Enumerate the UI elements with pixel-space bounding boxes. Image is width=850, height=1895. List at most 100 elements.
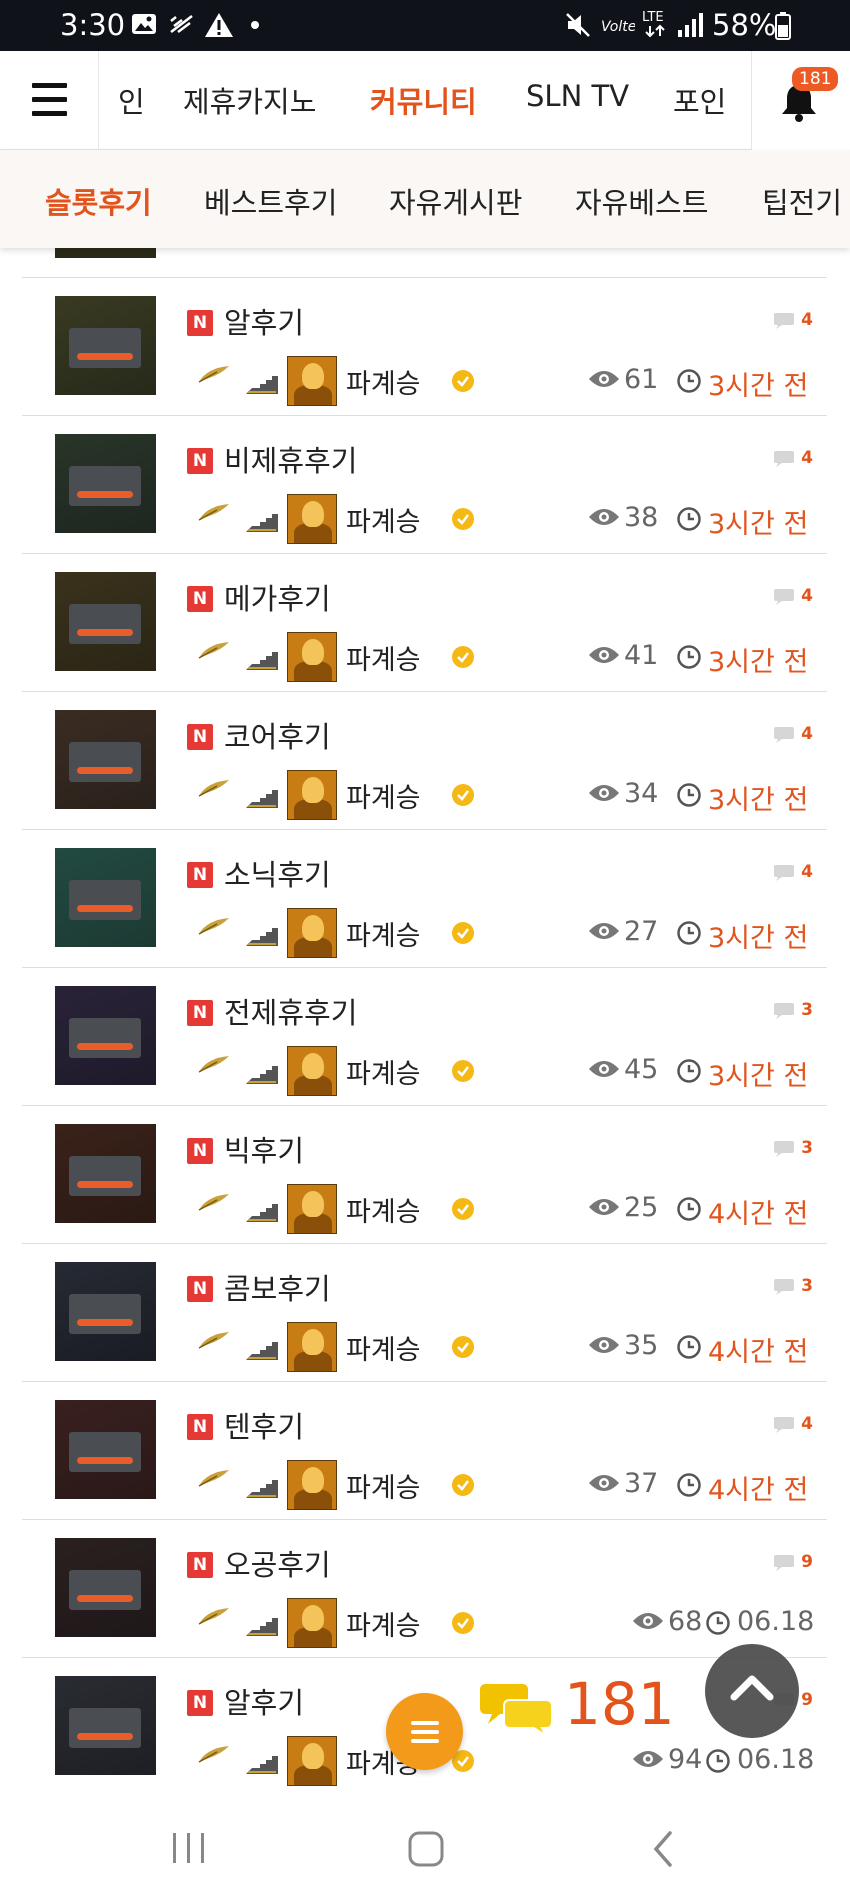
post-title[interactable]: 알후기 (224, 1680, 304, 1722)
list-item[interactable]: N 알후기 4 파계승 61 3시간 전 (22, 277, 827, 415)
notification-button[interactable]: 181 (751, 51, 850, 150)
tab-tip[interactable]: 팁전기 (762, 180, 842, 222)
author-name[interactable]: 파계승 (346, 1604, 421, 1643)
comment-count: 4 (771, 724, 813, 750)
post-thumbnail[interactable] (55, 1262, 156, 1361)
author-name[interactable]: 파계승 (346, 362, 421, 401)
new-badge: N (187, 1690, 213, 1716)
avatar[interactable] (287, 1736, 337, 1786)
author-name[interactable]: 파계승 (346, 1328, 421, 1367)
comment-icon (774, 865, 794, 881)
avatar[interactable] (287, 1598, 337, 1648)
nav-item-point[interactable]: 포인 (673, 79, 726, 121)
post-title[interactable]: 텐후기 (224, 1404, 304, 1446)
list-item[interactable]: N 오공후기 9 파계승 68 06.18 (22, 1519, 827, 1657)
level-stairs-icon (246, 1066, 278, 1084)
nav-item-partner-casino[interactable]: 제휴카지노 (183, 79, 316, 121)
eye-icon (589, 1337, 619, 1353)
clock-icon (677, 1473, 701, 1497)
floating-menu-button[interactable] (386, 1693, 463, 1770)
recent-apps-icon[interactable] (170, 1830, 208, 1866)
post-thumbnail[interactable] (55, 1676, 156, 1775)
verified-icon (452, 784, 474, 806)
tab-free-board[interactable]: 자유게시판 (389, 180, 522, 222)
post-thumbnail[interactable] (55, 1400, 156, 1499)
avatar[interactable] (287, 494, 337, 544)
author-name[interactable]: 파계승 (346, 776, 421, 815)
post-title[interactable]: 코어후기 (224, 714, 331, 756)
post-thumbnail[interactable] (55, 1124, 156, 1223)
post-title[interactable]: 메가후기 (224, 576, 331, 618)
menu-button[interactable] (0, 51, 99, 150)
image-icon (132, 14, 156, 34)
avatar[interactable] (287, 1322, 337, 1372)
list-item[interactable]: N 비제휴후기 4 파계승 38 3시간 전 (22, 415, 827, 553)
author-name[interactable]: 파계승 (346, 1052, 421, 1091)
tab-slot-review[interactable]: 슬롯후기 (45, 180, 152, 222)
list-item[interactable]: N 전제휴후기 3 파계승 45 3시간 전 (22, 967, 827, 1105)
chevron-up-icon (730, 1675, 774, 1701)
verified-icon (452, 922, 474, 944)
tab-best-review[interactable]: 베스트후기 (204, 180, 337, 222)
nav-item-community[interactable]: 커뮤니티 (370, 79, 477, 121)
list-item[interactable]: N 콤보후기 3 파계승 35 4시간 전 (22, 1243, 827, 1381)
nav-item-sln-tv[interactable]: SLN TV (526, 79, 629, 113)
nav-item-partial[interactable]: 인 (118, 79, 145, 121)
comment-count: 3 (771, 1138, 813, 1164)
eye-icon (589, 1199, 619, 1215)
post-title[interactable]: 전제휴후기 (224, 990, 357, 1032)
author-name[interactable]: 파계승 (346, 638, 421, 677)
post-thumbnail[interactable] (55, 986, 156, 1085)
author-name[interactable]: 파계승 (346, 1466, 421, 1505)
feather-icon (198, 642, 229, 659)
avatar[interactable] (287, 632, 337, 682)
author-name[interactable]: 파계승 (346, 914, 421, 953)
comment-icon (774, 1555, 794, 1571)
avatar[interactable] (287, 356, 337, 406)
post-title[interactable]: 소닉후기 (224, 852, 331, 894)
avatar[interactable] (287, 770, 337, 820)
list-item[interactable]: N 코어후기 4 파계승 34 3시간 전 (22, 691, 827, 829)
post-title[interactable]: 콤보후기 (224, 1266, 331, 1308)
post-title[interactable]: 비제휴후기 (224, 438, 357, 480)
tab-free-best[interactable]: 자유베스트 (575, 180, 708, 222)
avatar[interactable] (287, 1460, 337, 1510)
new-badge: N (187, 1276, 213, 1302)
comment-count: 4 (771, 586, 813, 612)
post-thumbnail[interactable] (55, 848, 156, 947)
post-title[interactable]: 알후기 (224, 300, 304, 342)
comment-count: 4 (771, 310, 813, 336)
chat-float[interactable]: 181 (478, 1666, 678, 1746)
list-item[interactable]: N 소닉후기 4 파계승 27 3시간 전 (22, 829, 827, 967)
list-item[interactable]: N 메가후기 4 파계승 41 3시간 전 (22, 553, 827, 691)
sub-nav: 슬롯후기 베스트후기 자유게시판 자유베스트 팁전기 (0, 150, 850, 248)
list-item[interactable]: N 빅후기 3 파계승 25 4시간 전 (22, 1105, 827, 1243)
post-thumbnail[interactable] (55, 1538, 156, 1637)
post-title[interactable]: 빅후기 (224, 1128, 304, 1170)
mute-icon (566, 13, 590, 37)
verified-icon (452, 1474, 474, 1496)
eye-icon (589, 923, 619, 939)
post-thumbnail[interactable] (55, 296, 156, 395)
notification-badge: 181 (792, 67, 839, 91)
verified-icon (452, 646, 474, 668)
post-thumbnail[interactable] (55, 434, 156, 533)
post-title[interactable]: 오공후기 (224, 1542, 331, 1584)
post-thumbnail[interactable] (55, 710, 156, 809)
list-item[interactable]: N 텐후기 4 파계승 37 4시간 전 (22, 1381, 827, 1519)
avatar[interactable] (287, 908, 337, 958)
scroll-top-button[interactable] (705, 1644, 799, 1738)
feather-icon (198, 918, 229, 935)
author-name[interactable]: 파계승 (346, 500, 421, 539)
back-icon[interactable] (650, 1830, 676, 1868)
new-badge: N (187, 862, 213, 888)
verified-icon (452, 1336, 474, 1358)
avatar[interactable] (287, 1184, 337, 1234)
home-icon[interactable] (407, 1830, 445, 1868)
clock-icon (677, 369, 701, 393)
comment-icon (774, 313, 794, 329)
avatar[interactable] (287, 1046, 337, 1096)
post-thumbnail[interactable] (55, 572, 156, 671)
comment-count: 4 (771, 1414, 813, 1440)
author-name[interactable]: 파계승 (346, 1190, 421, 1229)
